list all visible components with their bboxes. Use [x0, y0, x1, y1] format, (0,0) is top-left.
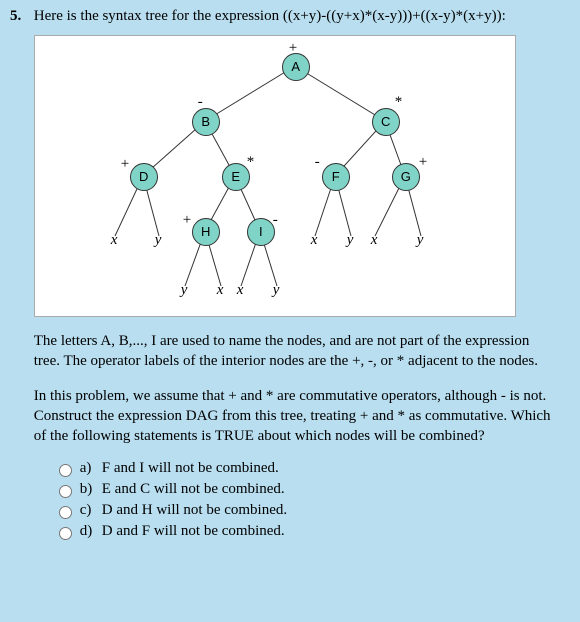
option-b-row: b) E and C will not be combined. — [54, 481, 554, 498]
leaf-x: x — [111, 232, 118, 249]
explanation-2: In this problem, we assume that + and * … — [34, 386, 554, 447]
option-a-row: a) F and I will not be combined. — [54, 460, 554, 477]
option-c-row: c) D and H will not be combined. — [54, 502, 554, 519]
op-plus: + — [121, 156, 129, 173]
option-text: F and I will not be combined. — [102, 460, 279, 477]
leaf-y: y — [181, 282, 188, 299]
tree-edges — [35, 36, 515, 316]
leaf-x: x — [237, 282, 244, 299]
node-G: G — [392, 163, 420, 191]
answer-options: a) F and I will not be combined. b) E an… — [54, 460, 554, 540]
option-letter: d) — [80, 523, 102, 540]
option-d-row: d) D and F will not be combined. — [54, 523, 554, 540]
leaf-y: y — [417, 232, 424, 249]
node-D: D — [130, 163, 158, 191]
node-E: E — [222, 163, 250, 191]
question-block: 5. Here is the syntax tree for the expre… — [0, 0, 580, 564]
node-B: B — [192, 108, 220, 136]
node-I: I — [247, 218, 275, 246]
question-body: Here is the syntax tree for the expressi… — [34, 8, 554, 544]
explanation-1: The letters A, B,..., I are used to name… — [34, 331, 554, 372]
question-number: 5. — [10, 8, 30, 25]
leaf-x: x — [217, 282, 224, 299]
option-b-radio[interactable] — [59, 485, 72, 498]
op-star: * — [395, 94, 403, 111]
node-F: F — [322, 163, 350, 191]
leaf-y: y — [347, 232, 354, 249]
node-C: C — [372, 108, 400, 136]
leaf-y: y — [155, 232, 162, 249]
option-d-radio[interactable] — [59, 527, 72, 540]
leaf-y: y — [273, 282, 280, 299]
option-letter: c) — [80, 502, 102, 519]
option-c-radio[interactable] — [59, 506, 72, 519]
op-star: * — [247, 154, 255, 171]
option-letter: b) — [80, 481, 102, 498]
node-A: A — [282, 53, 310, 81]
op-plus: + — [419, 154, 427, 171]
option-text: D and H will not be combined. — [102, 502, 287, 519]
node-H: H — [192, 218, 220, 246]
option-text: D and F will not be combined. — [102, 523, 285, 540]
leaf-x: x — [371, 232, 378, 249]
option-a-radio[interactable] — [59, 464, 72, 477]
option-letter: a) — [80, 460, 102, 477]
option-text: E and C will not be combined. — [102, 481, 285, 498]
op-plus: + — [183, 212, 191, 229]
op-minus: - — [315, 154, 320, 171]
question-prompt: Here is the syntax tree for the expressi… — [34, 8, 554, 25]
leaf-x: x — [311, 232, 318, 249]
syntax-tree-figure: + A - B * C + D * E - F + G + H - I — [34, 35, 516, 317]
